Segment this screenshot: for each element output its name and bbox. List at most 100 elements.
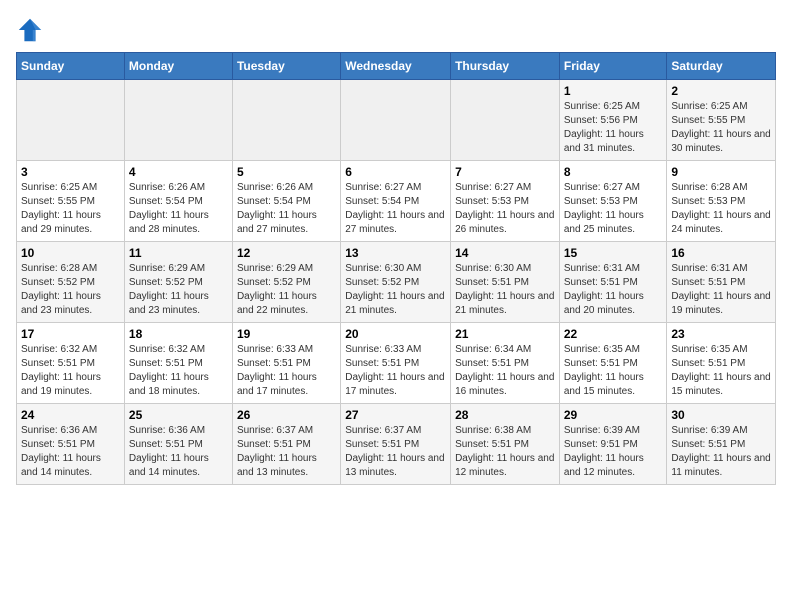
calendar-cell: 23Sunrise: 6:35 AM Sunset: 5:51 PM Dayli… xyxy=(667,323,776,404)
calendar-cell: 20 Sunrise: 6:33 AM Sunset: 5:51 PM Dayli… xyxy=(341,323,451,404)
day-number: 10 xyxy=(21,246,120,260)
day-info: Sunrise: 6:29 AM Sunset: 5:52 PM Dayligh… xyxy=(129,262,228,318)
calendar-cell: 15 Sunrise: 6:31 AM Sunset: 5:51 PM Dayli… xyxy=(559,242,667,323)
day-number: 27 xyxy=(345,408,446,422)
day-info: Sunrise: 6:28 AM Sunset: 5:52 PM Dayligh… xyxy=(21,262,120,318)
day-number: 7 xyxy=(455,165,555,179)
weekday-header-friday: Friday xyxy=(559,53,667,80)
day-info: Sunrise: 6:25 AM Sunset: 5:56 PM Dayligh… xyxy=(564,100,663,156)
day-info: Sunrise: 6:36 AM Sunset: 5:51 PM Dayligh… xyxy=(129,424,228,480)
day-number: 5 xyxy=(237,165,336,179)
calendar-cell: 10 Sunrise: 6:28 AM Sunset: 5:52 PM Dayli… xyxy=(17,242,125,323)
calendar-cell: 13 Sunrise: 6:30 AM Sunset: 5:52 PM Dayli… xyxy=(341,242,451,323)
day-info: Sunrise: 6:25 AM Sunset: 5:55 PM Dayligh… xyxy=(21,181,120,237)
day-info: Sunrise: 6:34 AM Sunset: 5:51 PM Dayligh… xyxy=(455,343,555,399)
calendar-cell: 9Sunrise: 6:28 AM Sunset: 5:53 PM Daylig… xyxy=(667,161,776,242)
calendar-cell xyxy=(232,80,340,161)
calendar-week-row: 3Sunrise: 6:25 AM Sunset: 5:55 PM Daylig… xyxy=(17,161,776,242)
day-number: 14 xyxy=(455,246,555,260)
weekday-header-tuesday: Tuesday xyxy=(232,53,340,80)
weekday-header-saturday: Saturday xyxy=(667,53,776,80)
day-number: 21 xyxy=(455,327,555,341)
day-info: Sunrise: 6:30 AM Sunset: 5:52 PM Dayligh… xyxy=(345,262,446,318)
calendar-cell: 8 Sunrise: 6:27 AM Sunset: 5:53 PM Daylig… xyxy=(559,161,667,242)
calendar-cell: 3Sunrise: 6:25 AM Sunset: 5:55 PM Daylig… xyxy=(17,161,125,242)
calendar-cell: 4Sunrise: 6:26 AM Sunset: 5:54 PM Daylig… xyxy=(124,161,232,242)
calendar-body: 1Sunrise: 6:25 AM Sunset: 5:56 PM Daylig… xyxy=(17,80,776,485)
calendar-cell: 21 Sunrise: 6:34 AM Sunset: 5:51 PM Dayli… xyxy=(451,323,560,404)
logo xyxy=(16,16,48,44)
day-number: 24 xyxy=(21,408,120,422)
day-number: 18 xyxy=(129,327,228,341)
day-info: Sunrise: 6:37 AM Sunset: 5:51 PM Dayligh… xyxy=(237,424,336,480)
day-number: 25 xyxy=(129,408,228,422)
day-info: Sunrise: 6:25 AM Sunset: 5:55 PM Dayligh… xyxy=(671,100,771,156)
day-info: Sunrise: 6:33 AM Sunset: 5:51 PM Dayligh… xyxy=(237,343,336,399)
day-info: Sunrise: 6:37 AM Sunset: 5:51 PM Dayligh… xyxy=(345,424,446,480)
day-number: 28 xyxy=(455,408,555,422)
weekday-header-wednesday: Wednesday xyxy=(341,53,451,80)
day-info: Sunrise: 6:35 AM Sunset: 5:51 PM Dayligh… xyxy=(564,343,663,399)
weekday-header-sunday: Sunday xyxy=(17,53,125,80)
day-number: 9 xyxy=(671,165,771,179)
day-info: Sunrise: 6:32 AM Sunset: 5:51 PM Dayligh… xyxy=(129,343,228,399)
page-header xyxy=(16,16,776,44)
day-info: Sunrise: 6:38 AM Sunset: 5:51 PM Dayligh… xyxy=(455,424,555,480)
calendar-header: SundayMondayTuesdayWednesdayThursdayFrid… xyxy=(17,53,776,80)
day-number: 19 xyxy=(237,327,336,341)
calendar-cell: 6 Sunrise: 6:27 AM Sunset: 5:54 PM Daylig… xyxy=(341,161,451,242)
day-number: 13 xyxy=(345,246,446,260)
calendar-cell: 30 Sunrise: 6:39 AM Sunset: 5:51 PM Dayli… xyxy=(667,404,776,485)
day-number: 12 xyxy=(237,246,336,260)
day-info: Sunrise: 6:39 AM Sunset: 9:51 PM Dayligh… xyxy=(564,424,663,480)
day-number: 2 xyxy=(671,84,771,98)
day-info: Sunrise: 6:33 AM Sunset: 5:51 PM Dayligh… xyxy=(345,343,446,399)
calendar-cell: 18 Sunrise: 6:32 AM Sunset: 5:51 PM Dayli… xyxy=(124,323,232,404)
calendar-week-row: 1Sunrise: 6:25 AM Sunset: 5:56 PM Daylig… xyxy=(17,80,776,161)
day-info: Sunrise: 6:35 AM Sunset: 5:51 PM Dayligh… xyxy=(671,343,771,399)
calendar-cell: 24 Sunrise: 6:36 AM Sunset: 5:51 PM Dayli… xyxy=(17,404,125,485)
day-info: Sunrise: 6:27 AM Sunset: 5:53 PM Dayligh… xyxy=(455,181,555,237)
calendar-cell: 27 Sunrise: 6:37 AM Sunset: 5:51 PM Dayli… xyxy=(341,404,451,485)
day-info: Sunrise: 6:31 AM Sunset: 5:51 PM Dayligh… xyxy=(564,262,663,318)
day-number: 30 xyxy=(671,408,771,422)
day-info: Sunrise: 6:36 AM Sunset: 5:51 PM Dayligh… xyxy=(21,424,120,480)
calendar-week-row: 17Sunrise: 6:32 AM Sunset: 5:51 PM Dayli… xyxy=(17,323,776,404)
day-number: 20 xyxy=(345,327,446,341)
calendar-cell: 25 Sunrise: 6:36 AM Sunset: 5:51 PM Dayli… xyxy=(124,404,232,485)
calendar-cell: 12 Sunrise: 6:29 AM Sunset: 5:52 PM Dayli… xyxy=(232,242,340,323)
day-info: Sunrise: 6:30 AM Sunset: 5:51 PM Dayligh… xyxy=(455,262,555,318)
calendar-cell: 19 Sunrise: 6:33 AM Sunset: 5:51 PM Dayli… xyxy=(232,323,340,404)
calendar-cell xyxy=(124,80,232,161)
day-info: Sunrise: 6:27 AM Sunset: 5:54 PM Dayligh… xyxy=(345,181,446,237)
day-info: Sunrise: 6:26 AM Sunset: 5:54 PM Dayligh… xyxy=(237,181,336,237)
weekday-header-row: SundayMondayTuesdayWednesdayThursdayFrid… xyxy=(17,53,776,80)
calendar-cell: 14 Sunrise: 6:30 AM Sunset: 5:51 PM Dayli… xyxy=(451,242,560,323)
calendar-week-row: 10 Sunrise: 6:28 AM Sunset: 5:52 PM Dayli… xyxy=(17,242,776,323)
calendar-cell: 5 Sunrise: 6:26 AM Sunset: 5:54 PM Daylig… xyxy=(232,161,340,242)
day-number: 11 xyxy=(129,246,228,260)
day-number: 16 xyxy=(671,246,771,260)
day-info: Sunrise: 6:31 AM Sunset: 5:51 PM Dayligh… xyxy=(671,262,771,318)
calendar-cell xyxy=(451,80,560,161)
calendar-cell: 29 Sunrise: 6:39 AM Sunset: 9:51 PM Dayli… xyxy=(559,404,667,485)
calendar-cell xyxy=(341,80,451,161)
calendar-cell: 16 Sunrise: 6:31 AM Sunset: 5:51 PM Dayli… xyxy=(667,242,776,323)
calendar-cell: 7 Sunrise: 6:27 AM Sunset: 5:53 PM Daylig… xyxy=(451,161,560,242)
day-info: Sunrise: 6:27 AM Sunset: 5:53 PM Dayligh… xyxy=(564,181,663,237)
calendar-cell: 22 Sunrise: 6:35 AM Sunset: 5:51 PM Dayli… xyxy=(559,323,667,404)
calendar-cell: 2 Sunrise: 6:25 AM Sunset: 5:55 PM Daylig… xyxy=(667,80,776,161)
day-number: 29 xyxy=(564,408,663,422)
day-number: 8 xyxy=(564,165,663,179)
day-number: 26 xyxy=(237,408,336,422)
calendar-cell: 1Sunrise: 6:25 AM Sunset: 5:56 PM Daylig… xyxy=(559,80,667,161)
calendar-cell: 28 Sunrise: 6:38 AM Sunset: 5:51 PM Dayli… xyxy=(451,404,560,485)
day-number: 6 xyxy=(345,165,446,179)
day-number: 15 xyxy=(564,246,663,260)
weekday-header-thursday: Thursday xyxy=(451,53,560,80)
day-info: Sunrise: 6:29 AM Sunset: 5:52 PM Dayligh… xyxy=(237,262,336,318)
calendar-cell: 11 Sunrise: 6:29 AM Sunset: 5:52 PM Dayli… xyxy=(124,242,232,323)
day-number: 22 xyxy=(564,327,663,341)
day-info: Sunrise: 6:39 AM Sunset: 5:51 PM Dayligh… xyxy=(671,424,771,480)
day-number: 4 xyxy=(129,165,228,179)
